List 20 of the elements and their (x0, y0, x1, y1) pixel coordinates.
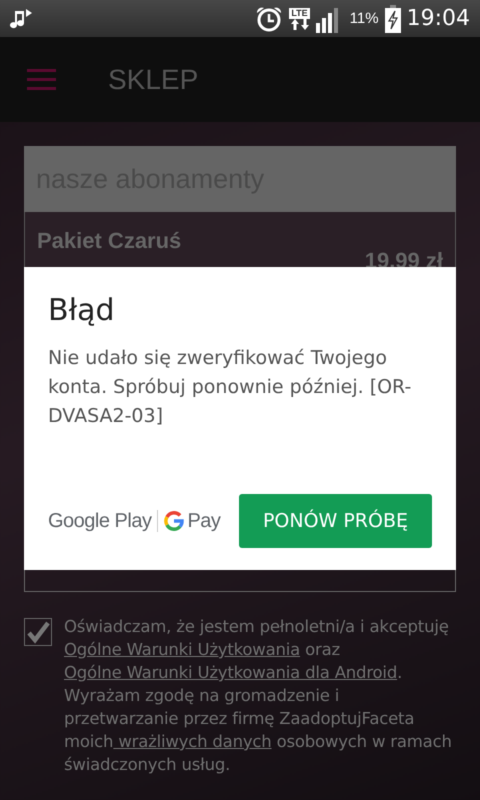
data-arrows-icon (290, 18, 308, 30)
battery-charging-icon (384, 4, 401, 32)
package-name: Pakiet Czaruś (37, 228, 182, 254)
retry-button[interactable]: PONÓW PRÓBĘ (238, 494, 432, 548)
consent-checkbox[interactable] (24, 618, 52, 646)
music-icon (10, 8, 34, 30)
terms-link[interactable]: Ogólne Warunki Użytkowania (64, 640, 300, 659)
app-title: SKLEP (108, 64, 198, 96)
clock: 19:04 (406, 6, 470, 31)
brand-name: Google Play (48, 510, 152, 532)
terms-link[interactable]: wrażliwych danych (113, 732, 272, 751)
pay-label: Pay (187, 510, 220, 532)
network-type: LTE (289, 8, 310, 18)
battery-percent: 11% (350, 10, 379, 27)
consent-text: Oświadczam, że jestem pełnoletni/a i akceptuję Ogólne Warunki Użytkowania oraz Ogólne Warunki Użytkowania dla Android. Wyrażam zgodę na gromadzenie i przetwarzanie przez firmę ZaadoptujFaceta moich wrażliwych danych osobowych w ramach świadczonych usług. (64, 616, 453, 776)
g-logo-icon (164, 511, 184, 531)
dialog-message: Nie udało się zweryfikować Twojego konta. Spróbuj ponownie później. [OR-DVASA2-03] (48, 346, 412, 429)
alarm-icon (255, 6, 284, 32)
terms-link[interactable]: Ogólne Warunki Użytkowania dla Android (64, 663, 398, 682)
dialog-title: Błąd (48, 293, 116, 328)
